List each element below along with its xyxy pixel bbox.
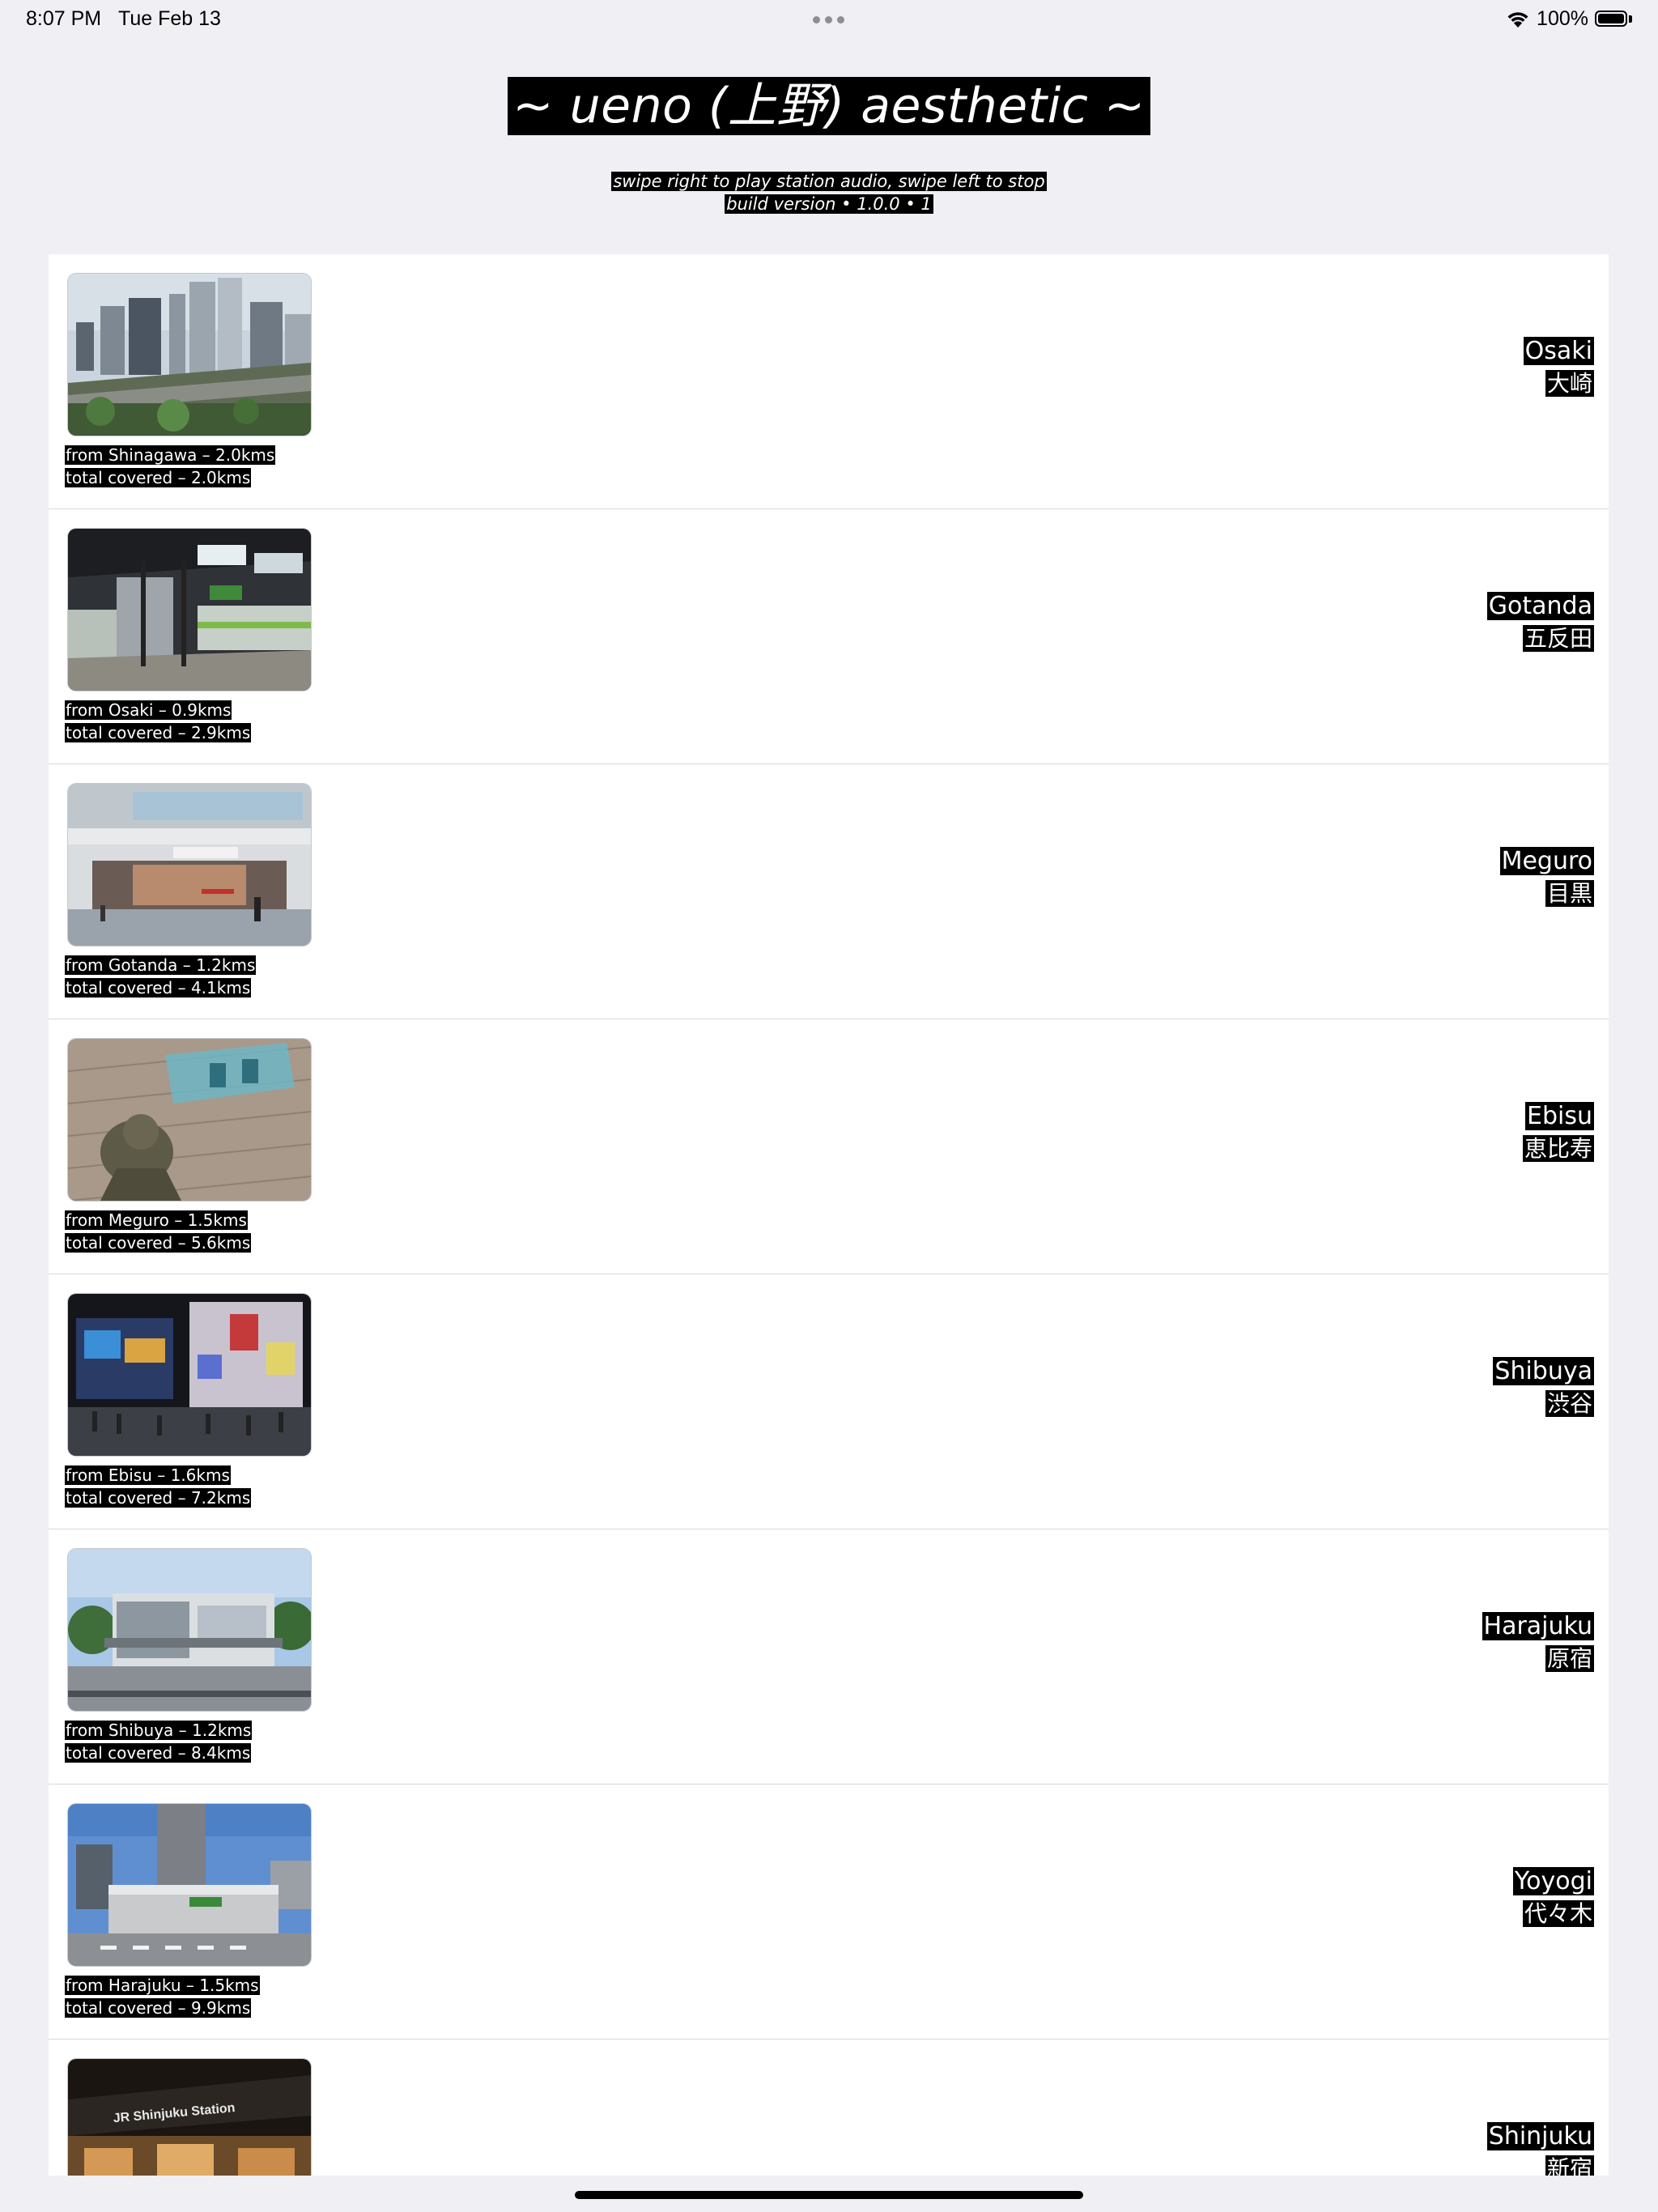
station-names: Gotanda 五反田	[1486, 590, 1594, 655]
station-name-en: Harajuku	[1482, 1612, 1594, 1640]
distance-info: from Ebisu – 1.6kms total covered – 7.2k…	[65, 1464, 252, 1509]
station-row[interactable]: JR Shinjuku Station Shinjuku 新宿	[49, 2040, 1609, 2176]
station-name-en: Yoyogi	[1512, 1867, 1594, 1895]
from-distance: from Osaki – 0.9kms	[65, 700, 232, 720]
station-name-jp: 五反田	[1522, 625, 1594, 652]
from-distance: from Meguro – 1.5kms	[65, 1210, 248, 1230]
distance-info: from Osaki – 0.9kms total covered – 2.9k…	[65, 699, 252, 744]
station-photo: JR Shinjuku Station	[68, 2059, 311, 2176]
station-name-en: Ebisu	[1525, 1102, 1594, 1130]
station-names: Osaki 大崎	[1523, 335, 1594, 400]
station-name-jp: 大崎	[1545, 370, 1594, 397]
station-photo	[68, 274, 311, 436]
total-distance: total covered – 5.6kms	[65, 1233, 252, 1253]
title-wrap: ~ ueno (上野) aesthetic ~	[0, 77, 1658, 135]
station-name-en: Gotanda	[1486, 592, 1594, 620]
station-name-jp: 代々木	[1522, 1900, 1594, 1927]
wifi-icon	[1506, 11, 1530, 28]
station-photo	[68, 1549, 311, 1711]
station-names: Shinjuku 新宿	[1486, 2121, 1594, 2176]
from-distance: from Harajuku – 1.5kms	[65, 1976, 260, 1995]
station-photo	[68, 784, 311, 946]
from-distance: from Shinagawa – 2.0kms	[65, 445, 276, 465]
station-name-jp: 新宿	[1545, 2155, 1594, 2176]
station-row[interactable]: from Harajuku – 1.5kms total covered – 9…	[49, 1784, 1609, 2040]
total-distance: total covered – 8.4kms	[65, 1743, 252, 1763]
distance-info: from Shinagawa – 2.0kms total covered – …	[65, 444, 276, 489]
total-distance: total covered – 9.9kms	[65, 1998, 252, 2018]
from-distance: from Ebisu – 1.6kms	[65, 1465, 231, 1485]
distance-info: from Shibuya – 1.2kms total covered – 8.…	[65, 1719, 253, 1764]
app-screen: 8:07 PM Tue Feb 13 100% ~ ueno (上野) aest…	[0, 0, 1658, 2212]
station-photo	[68, 1039, 311, 1201]
station-row[interactable]: from Shibuya – 1.2kms total covered – 8.…	[49, 1529, 1609, 1784]
station-name-en: Osaki	[1523, 337, 1594, 365]
station-photo	[68, 1294, 311, 1456]
station-name-jp: 恵比寿	[1522, 1135, 1594, 1162]
station-photo	[68, 529, 311, 691]
station-names: Harajuku 原宿	[1482, 1610, 1594, 1675]
app-title: ~ ueno (上野) aesthetic ~	[508, 77, 1150, 135]
station-row[interactable]: from Gotanda – 1.2kms total covered – 4.…	[49, 764, 1609, 1019]
station-name-jp: 目黒	[1545, 880, 1594, 907]
station-names: Ebisu 恵比寿	[1522, 1100, 1594, 1165]
distance-info: from Harajuku – 1.5kms total covered – 9…	[65, 1974, 260, 2019]
status-bar: 8:07 PM Tue Feb 13 100%	[0, 0, 1658, 37]
build-version-text: build version • 1.0.0 • 1	[725, 194, 933, 214]
station-names: Meguro 目黒	[1499, 845, 1594, 910]
from-distance: from Shibuya – 1.2kms	[65, 1721, 253, 1740]
more-dots-icon[interactable]	[813, 16, 844, 23]
total-distance: total covered – 2.9kms	[65, 723, 252, 742]
station-row[interactable]: from Osaki – 0.9kms total covered – 2.9k…	[49, 509, 1609, 764]
station-photo	[68, 1804, 311, 1966]
status-time: 8:07 PM	[26, 7, 102, 30]
station-name-en: Shinjuku	[1486, 2122, 1594, 2150]
home-indicator[interactable]	[575, 2191, 1083, 2199]
status-right: 100%	[1506, 7, 1632, 31]
distance-info: from Meguro – 1.5kms total covered – 5.6…	[65, 1209, 252, 1254]
total-distance: total covered – 2.0kms	[65, 468, 252, 487]
instructions-text: swipe right to play station audio, swipe…	[611, 172, 1047, 191]
total-distance: total covered – 7.2kms	[65, 1488, 252, 1508]
status-date: Tue Feb 13	[118, 7, 221, 30]
station-names: Shibuya 渋谷	[1493, 1355, 1594, 1420]
station-list[interactable]: from Shinagawa – 2.0kms total covered – …	[49, 254, 1609, 2176]
station-name-jp: 渋谷	[1545, 1390, 1594, 1417]
station-row[interactable]: from Shinagawa – 2.0kms total covered – …	[49, 254, 1609, 509]
battery-icon	[1595, 10, 1632, 28]
battery-percent: 100%	[1537, 7, 1588, 30]
station-names: Yoyogi 代々木	[1512, 1865, 1594, 1930]
station-name-en: Shibuya	[1493, 1357, 1594, 1385]
subtitle-wrap: swipe right to play station audio, swipe…	[0, 170, 1658, 215]
total-distance: total covered – 4.1kms	[65, 978, 252, 998]
station-name-en: Meguro	[1499, 847, 1594, 875]
station-row[interactable]: from Meguro – 1.5kms total covered – 5.6…	[49, 1019, 1609, 1274]
station-row[interactable]: from Ebisu – 1.6kms total covered – 7.2k…	[49, 1274, 1609, 1529]
from-distance: from Gotanda – 1.2kms	[65, 955, 257, 975]
distance-info: from Gotanda – 1.2kms total covered – 4.…	[65, 954, 257, 999]
station-name-jp: 原宿	[1545, 1645, 1594, 1672]
